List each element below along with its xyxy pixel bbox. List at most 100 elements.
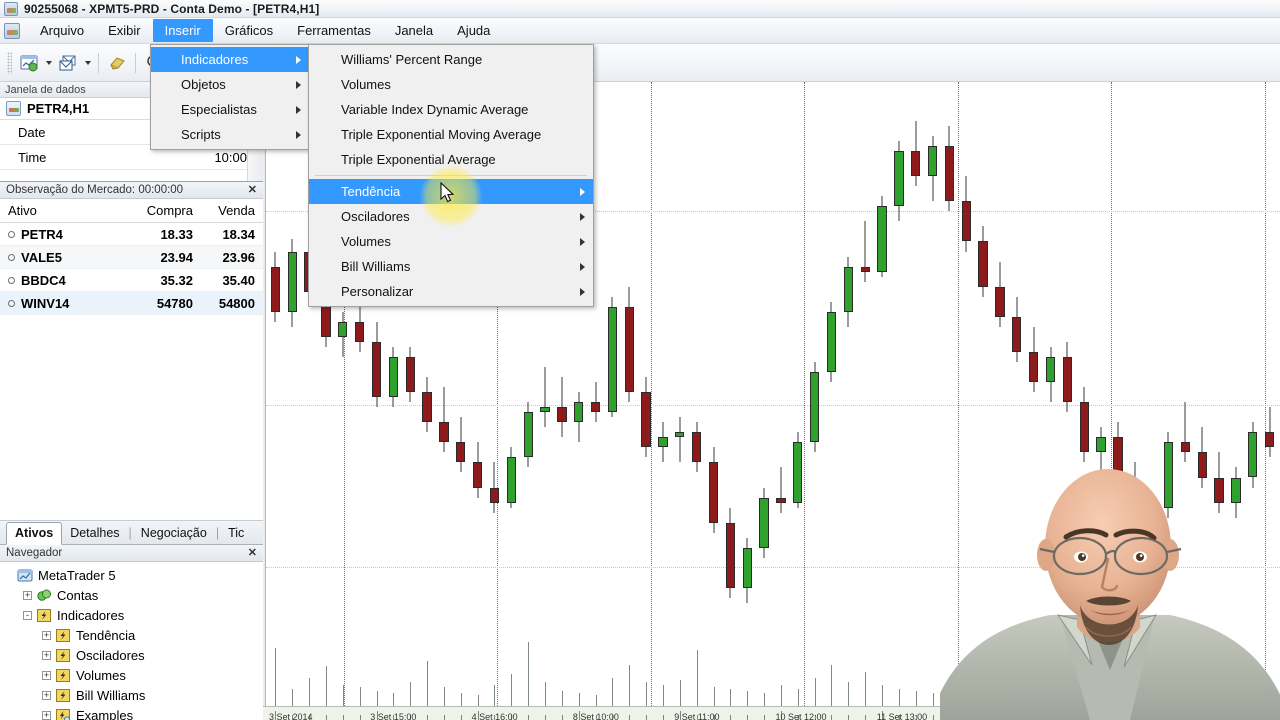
expand-icon[interactable]: + — [42, 650, 51, 660]
table-row[interactable]: PETR4 18.33 18.34 — [0, 223, 263, 246]
candlestick — [405, 346, 415, 403]
volume-bar — [359, 687, 361, 706]
volume-bar — [629, 664, 631, 706]
menu-arquivo[interactable]: Arquivo — [28, 19, 96, 42]
menu-exibir[interactable]: Exibir — [96, 19, 153, 42]
axis-tick-label: 11 Set 13:00 — [876, 712, 928, 720]
menu-item-bill-williams[interactable]: Bill Williams — [309, 254, 593, 279]
symbol-name: WINV14 — [21, 295, 70, 311]
expand-icon[interactable]: + — [42, 670, 51, 680]
candle-body — [658, 437, 668, 448]
expand-icon[interactable]: + — [42, 630, 51, 640]
axis-tick — [545, 715, 547, 720]
collapse-icon[interactable]: - — [23, 610, 32, 620]
candle-body — [995, 286, 1005, 317]
candlestick — [793, 432, 803, 508]
menu-item-indicadores[interactable]: Indicadores — [151, 47, 309, 72]
navigator-item-tend-ncia[interactable]: + Tendência — [4, 625, 263, 645]
navigator-item-indicadores[interactable]: - Indicadores — [4, 605, 263, 625]
menu-item-label: Especialistas — [181, 102, 257, 117]
menu-ferramentas[interactable]: Ferramentas — [285, 19, 383, 42]
chevron-right-icon — [580, 262, 585, 271]
menu-item-williams-percent-range[interactable]: Williams' Percent Range — [309, 47, 593, 72]
navigator-item-bill-williams[interactable]: + Bill Williams — [4, 685, 263, 705]
navigator-item-label: Volumes — [76, 667, 126, 683]
new-chart-dropdown-arrow[interactable] — [43, 50, 54, 76]
volume-bar — [325, 666, 327, 706]
candle-body — [793, 442, 803, 503]
print-icon[interactable] — [104, 50, 130, 76]
tab-ticks[interactable]: Tic — [220, 523, 252, 544]
column-header-ativo[interactable]: Ativo — [0, 203, 121, 218]
candlestick — [540, 367, 550, 428]
axis-tick — [848, 715, 850, 720]
menu-item-label: Williams' Percent Range — [341, 52, 483, 67]
document-icon — [4, 22, 20, 39]
chart-vertical-gridline — [804, 82, 806, 706]
menu-item-triple-exponential-moving-average[interactable]: Triple Exponential Moving Average — [309, 122, 593, 147]
candle-body — [557, 407, 567, 423]
close-icon[interactable]: ✕ — [246, 547, 259, 559]
menu-item-objetos[interactable]: Objetos — [151, 72, 309, 97]
indicator-custom-icon — [55, 708, 71, 720]
menu-item-osciladores[interactable]: Osciladores — [309, 204, 593, 229]
table-row[interactable]: BBDC4 35.32 35.40 — [0, 269, 263, 292]
close-icon[interactable]: ✕ — [246, 184, 259, 196]
menu-ajuda[interactable]: Ajuda — [445, 19, 502, 42]
table-row[interactable]: WINV14 54780 54800 — [0, 292, 263, 315]
navigator-item-osciladores[interactable]: + Osciladores — [4, 645, 263, 665]
candlestick — [809, 362, 820, 453]
indicator-icon — [55, 688, 71, 703]
menu-item-scripts[interactable]: Scripts — [151, 122, 309, 147]
menu-item-variable-index-dynamic-average[interactable]: Variable Index Dynamic Average — [309, 97, 593, 122]
volume-bar — [865, 672, 867, 706]
candle-wick — [780, 467, 782, 513]
indicators-submenu[interactable]: Williams' Percent Range Volumes Variable I… — [308, 44, 594, 307]
candle-body — [692, 432, 702, 463]
volume-bar — [528, 642, 530, 706]
bid-price: 23.94 — [160, 249, 193, 265]
candle-body — [439, 422, 449, 443]
expand-icon[interactable]: + — [23, 590, 32, 600]
column-header-venda[interactable]: Venda — [193, 203, 263, 218]
mail-dropdown-arrow[interactable] — [82, 50, 93, 76]
axis-tick-label: 8 Set 10:00 — [572, 712, 619, 720]
indicator-icon — [36, 608, 52, 623]
menu-item-volumes[interactable]: Volumes — [309, 72, 593, 97]
expand-icon[interactable]: + — [42, 690, 51, 700]
menu-item-triple-exponential-average[interactable]: Triple Exponential Average — [309, 147, 593, 172]
table-row[interactable]: VALE5 23.94 23.96 — [0, 246, 263, 269]
tab-ativos[interactable]: Ativos — [6, 522, 63, 545]
terminal-icon — [17, 568, 33, 583]
toolbar-grip[interactable] — [7, 51, 12, 74]
navigator-item-volumes[interactable]: + Volumes — [4, 665, 263, 685]
candlestick — [708, 447, 719, 533]
axis-tick — [629, 715, 631, 720]
insert-menu[interactable]: Indicadores Objetos Especialistas Script… — [150, 44, 310, 150]
navigator-item-metatrader-5[interactable]: MetaTrader 5 — [4, 565, 263, 585]
tab-detalhes[interactable]: Detalhes — [62, 523, 127, 544]
axis-tick — [764, 715, 766, 720]
menu-inserir[interactable]: Inserir — [152, 19, 213, 42]
menu-item-especialistas[interactable]: Especialistas — [151, 97, 309, 122]
volume-bar — [848, 681, 850, 706]
tab-negociacao[interactable]: Negociação — [133, 523, 215, 544]
navigator-item-contas[interactable]: + Contas — [4, 585, 263, 605]
menu-item-label: Volumes — [341, 234, 391, 249]
menu-item-label: Objetos — [181, 77, 226, 92]
menu-item-label: Triple Exponential Moving Average — [341, 127, 542, 142]
navigator-item-examples[interactable]: + Examples — [4, 705, 263, 720]
volume-bar — [494, 685, 496, 706]
menu-item-personalizar[interactable]: Personalizar — [309, 279, 593, 304]
expand-icon[interactable]: + — [42, 710, 51, 720]
mail-icon[interactable] — [55, 50, 81, 76]
menu-graficos[interactable]: Gráficos — [213, 19, 285, 42]
accounts-icon — [36, 588, 52, 603]
new-chart-icon[interactable] — [16, 50, 42, 76]
indicator-icon — [55, 668, 71, 683]
menu-item-volumes[interactable]: Volumes — [309, 229, 593, 254]
column-header-compra[interactable]: Compra — [121, 203, 193, 218]
menu-janela[interactable]: Janela — [383, 19, 445, 42]
data-window-title: Janela de dados — [5, 83, 86, 96]
